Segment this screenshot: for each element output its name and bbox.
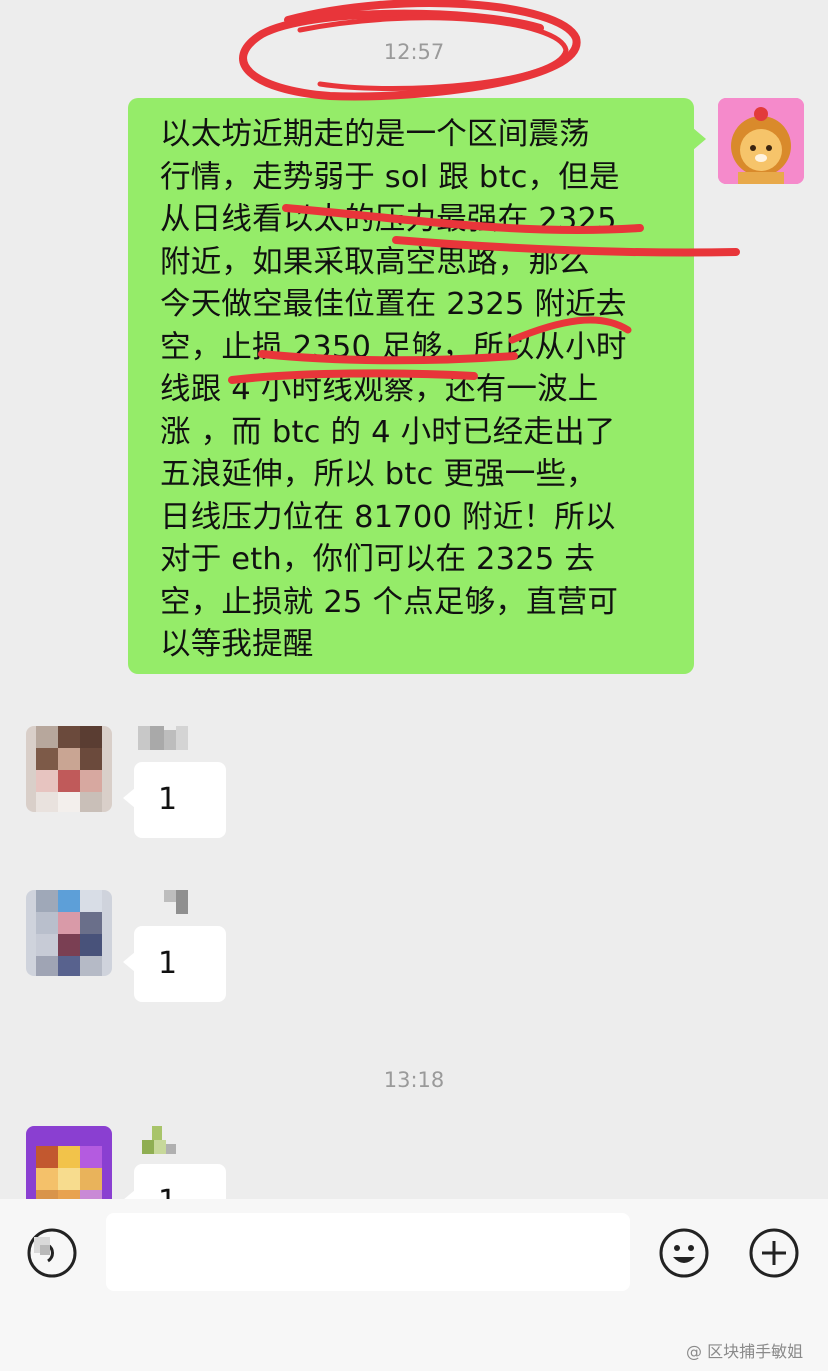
- plus-circle-icon: [749, 1228, 799, 1278]
- pixelated-name-icon: [138, 726, 188, 750]
- voice-icon: [27, 1228, 77, 1278]
- watermark: @ 区块捕手敏姐: [686, 1338, 803, 1362]
- add-button[interactable]: [748, 1227, 800, 1279]
- incoming-message-bubble[interactable]: 1: [123, 926, 226, 1002]
- smile-icon: [659, 1228, 709, 1278]
- pixelated-name-icon: [142, 1126, 176, 1154]
- contact-avatar[interactable]: [26, 890, 112, 976]
- contact-name: [164, 890, 188, 914]
- timestamp: 13:18: [383, 1068, 445, 1092]
- emoji-button[interactable]: [658, 1227, 710, 1279]
- voice-button[interactable]: [26, 1227, 78, 1279]
- incoming-message-text: 1: [158, 782, 178, 817]
- outgoing-message-text: 以太坊近期走的是一个区间震荡 行情，走势弱于 sol 跟 btc，但是 从日线看…: [160, 117, 627, 662]
- watermark-text: @ 区块捕手敏姐: [686, 1342, 804, 1361]
- lion-avatar-icon: [718, 98, 804, 184]
- incoming-message-bubble[interactable]: 1: [123, 762, 226, 838]
- pixelated-avatar-icon: [26, 890, 112, 976]
- timestamp: 12:57: [383, 40, 445, 64]
- my-avatar[interactable]: [718, 98, 804, 184]
- outgoing-message-bubble[interactable]: 以太坊近期走的是一个区间震荡 行情，走势弱于 sol 跟 btc，但是 从日线看…: [128, 98, 706, 674]
- pixelated-avatar-icon: [26, 726, 112, 812]
- contact-avatar[interactable]: [26, 726, 112, 812]
- contact-name: [138, 726, 188, 750]
- incoming-message-text: 1: [158, 946, 178, 981]
- message-input[interactable]: [106, 1213, 630, 1291]
- contact-name: [138, 1126, 178, 1154]
- pixelated-name-icon: [164, 890, 188, 914]
